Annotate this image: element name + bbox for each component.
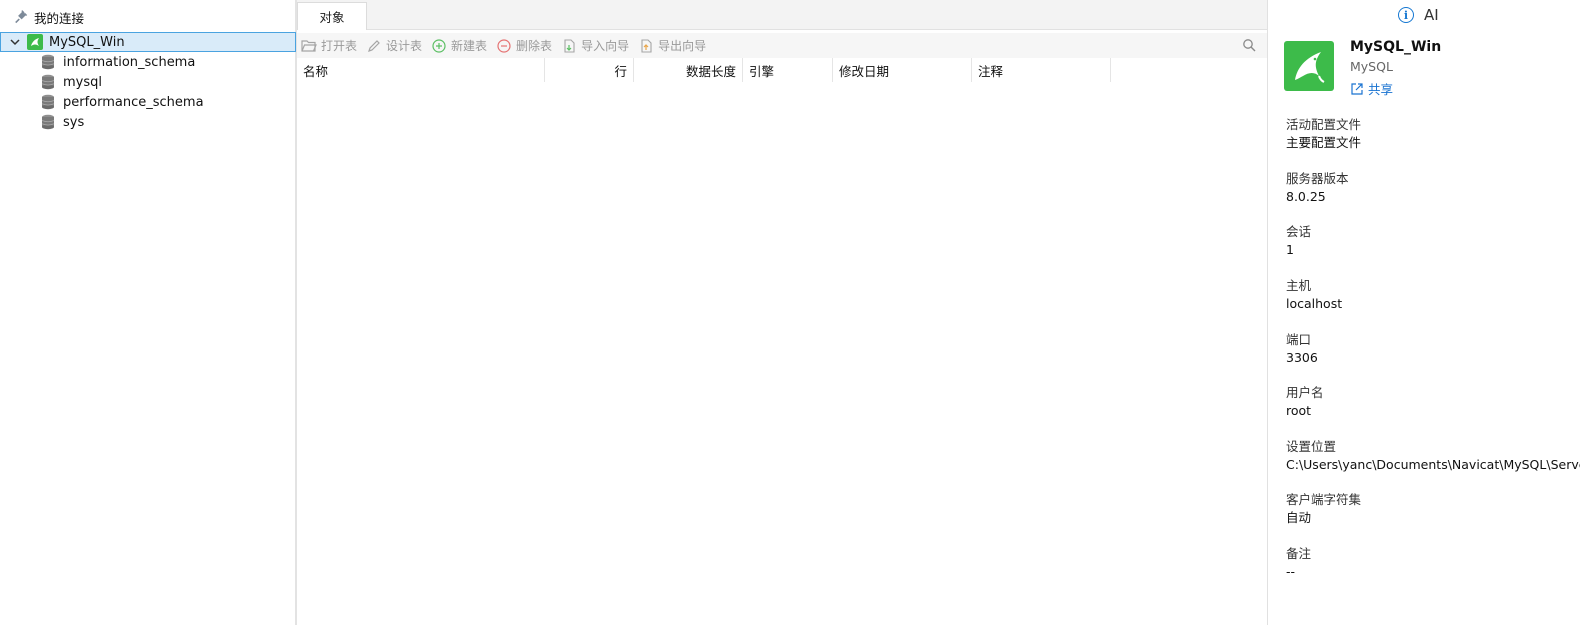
tree-database-item[interactable]: information_schema — [0, 52, 296, 72]
info-field-label: 设置位置 — [1286, 439, 1337, 454]
share-icon — [1350, 82, 1364, 96]
column-header-modified-date[interactable]: 修改日期 — [833, 58, 972, 82]
plus-circle-icon — [431, 38, 447, 54]
export-icon — [638, 38, 654, 54]
mysql-dolphin-icon — [27, 34, 43, 50]
mysql-dolphin-icon — [1284, 41, 1334, 91]
ai-assistant-button[interactable]: AI — [1424, 6, 1439, 24]
info-field-value: 8.0.25 — [1286, 189, 1326, 204]
info-field-value: -- — [1286, 564, 1296, 579]
navigation-pane: 我的连接 MySQL_Win information_schema mysql … — [0, 0, 296, 625]
info-field-value: C:\Users\yanc\Documents\Navicat\MySQL\Se… — [1286, 457, 1580, 472]
column-header-rows[interactable]: 行 — [545, 58, 634, 82]
info-field-label: 客户端字符集 — [1286, 492, 1362, 507]
share-label: 共享 — [1368, 82, 1394, 97]
database-label: information_schema — [63, 54, 196, 70]
delete-table-label: 删除表 — [516, 39, 553, 53]
database-icon — [41, 114, 55, 130]
new-table-label: 新建表 — [451, 39, 488, 53]
open-table-label: 打开表 — [321, 39, 358, 53]
column-header-data-length[interactable]: 数据长度 — [634, 58, 743, 82]
info-field: 主机 localhost — [1286, 277, 1580, 313]
database-icon — [41, 74, 55, 90]
objects-pane: 对象 打开表 设计表 新建表 删除表 导入向导 导出向导 名称 行 数据长度 引… — [296, 0, 1268, 625]
tree-database-item[interactable]: performance_schema — [0, 92, 296, 112]
info-field-label: 服务器版本 — [1286, 171, 1349, 186]
tree-connection-mysql-win[interactable]: MySQL_Win — [0, 32, 296, 52]
info-field: 备注 -- — [1286, 545, 1580, 581]
search-icon[interactable] — [1242, 38, 1256, 52]
database-label: performance_schema — [63, 94, 204, 110]
tab-objects[interactable]: 对象 — [297, 2, 367, 30]
import-wizard-label: 导入向导 — [581, 39, 630, 53]
chevron-down-icon[interactable] — [9, 36, 21, 48]
info-field-value: 1 — [1286, 242, 1294, 257]
info-field-label: 备注 — [1286, 546, 1312, 561]
info-field-value: 主要配置文件 — [1286, 135, 1362, 150]
info-field-value: 3306 — [1286, 350, 1318, 365]
objects-toolbar: 打开表 设计表 新建表 删除表 导入向导 导出向导 — [297, 33, 1268, 58]
info-field-value: 自动 — [1286, 510, 1312, 525]
database-label: mysql — [63, 74, 102, 90]
connection-label: MySQL_Win — [49, 34, 125, 50]
info-field-label: 用户名 — [1286, 385, 1324, 400]
connections-title: 我的连接 — [34, 10, 85, 26]
info-field: 服务器版本 8.0.25 — [1286, 170, 1580, 206]
connections-header[interactable]: 我的连接 — [0, 4, 296, 30]
plug-icon — [12, 8, 30, 26]
column-header-comment[interactable]: 注释 — [972, 58, 1111, 82]
minus-circle-icon — [496, 38, 512, 54]
new-table-button[interactable]: 新建表 — [431, 37, 487, 54]
share-link[interactable]: 共享 — [1350, 79, 1393, 98]
info-field-label: 主机 — [1286, 278, 1312, 293]
tree-database-item[interactable]: mysql — [0, 72, 296, 92]
design-table-label: 设计表 — [386, 39, 423, 53]
import-icon — [561, 38, 577, 54]
info-field: 活动配置文件 主要配置文件 — [1286, 116, 1580, 152]
info-field-label: 会话 — [1286, 224, 1312, 239]
database-label: sys — [63, 114, 85, 130]
info-field: 用户名 root — [1286, 384, 1580, 420]
info-field: 会话 1 — [1286, 223, 1580, 259]
database-icon — [41, 94, 55, 110]
column-header-name[interactable]: 名称 — [297, 58, 545, 82]
export-wizard-label: 导出向导 — [658, 39, 707, 53]
info-field: 客户端字符集 自动 — [1286, 491, 1580, 527]
column-header-engine[interactable]: 引擎 — [743, 58, 833, 82]
import-wizard-button[interactable]: 导入向导 — [561, 37, 629, 54]
info-pane: i AI MySQL_Win MySQL 共享 活动配置文件 主要配置文件 服务… — [1267, 0, 1580, 625]
info-field: 设置位置 C:\Users\yanc\Documents\Navicat\MyS… — [1286, 438, 1580, 474]
info-pane-toolbar: i AI — [1398, 6, 1439, 24]
info-field: 端口 3306 — [1286, 331, 1580, 367]
objects-table-header: 名称 行 数据长度 引擎 修改日期 注释 — [297, 58, 1268, 82]
open-table-button[interactable]: 打开表 — [301, 37, 357, 54]
design-table-button[interactable]: 设计表 — [366, 37, 422, 54]
info-field-label: 端口 — [1286, 332, 1312, 347]
tab-strip: 对象 — [297, 0, 1268, 30]
folder-open-icon — [301, 38, 317, 54]
pencil-icon — [366, 38, 382, 54]
info-field-value: root — [1286, 403, 1312, 418]
database-icon — [41, 54, 55, 70]
tree-database-item[interactable]: sys — [0, 112, 296, 132]
delete-table-button[interactable]: 删除表 — [496, 37, 552, 54]
info-icon[interactable]: i — [1398, 7, 1414, 23]
connection-name: MySQL_Win — [1350, 39, 1442, 55]
export-wizard-button[interactable]: 导出向导 — [638, 37, 706, 54]
connection-type: MySQL — [1350, 59, 1393, 74]
info-field-value: localhost — [1286, 296, 1343, 311]
info-field-label: 活动配置文件 — [1286, 117, 1362, 132]
